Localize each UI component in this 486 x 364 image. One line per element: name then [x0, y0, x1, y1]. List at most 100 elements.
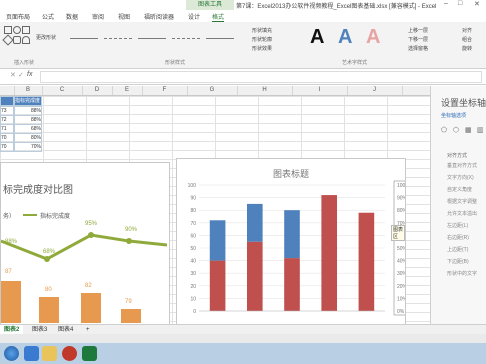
textbox-shape-icon[interactable] — [22, 26, 30, 34]
pane-title: 设置坐标轴 — [441, 98, 486, 108]
selection-pane-button[interactable]: 选择窗格 — [408, 45, 428, 52]
col-header-i[interactable]: I — [292, 86, 348, 95]
rectangle-shape-icon[interactable] — [4, 26, 12, 34]
wordart-style-blue[interactable]: A — [338, 26, 352, 49]
tab-data[interactable]: 数据 — [66, 12, 78, 21]
pane-item[interactable]: 左边距(L) — [447, 222, 468, 229]
style-sample-3[interactable] — [138, 38, 166, 39]
col-header-b[interactable]: B — [14, 86, 43, 95]
completion-series-line — [1, 233, 167, 261]
column-bar — [284, 210, 300, 259]
col-header-j[interactable]: J — [347, 86, 403, 95]
chart-area-tooltip: 图表区 — [391, 225, 405, 241]
oval-shape-icon[interactable] — [13, 26, 21, 34]
media-player-icon[interactable] — [62, 346, 77, 361]
bar — [1, 281, 21, 323]
diamond-shape-icon[interactable] — [2, 34, 14, 46]
col-header-c[interactable]: C — [42, 86, 83, 95]
size-properties-icon[interactable]: ▦ — [465, 126, 472, 134]
pane-subtitle[interactable]: 坐标轴选项 — [441, 112, 466, 119]
tab-view[interactable]: 视图 — [118, 12, 130, 21]
change-shape-button[interactable]: 更改形状 — [36, 34, 56, 41]
pane-item[interactable]: 下边距(B) — [447, 258, 469, 265]
style-sample-5[interactable] — [206, 38, 234, 39]
align-button[interactable]: 对齐 — [462, 27, 472, 34]
table-header-label[interactable]: 指标完成度 — [14, 96, 42, 106]
pane-item[interactable]: 上边距(T) — [447, 246, 468, 253]
maximize-button[interactable]: □ — [458, 0, 462, 7]
taskbar — [0, 343, 486, 364]
column-bar — [321, 195, 338, 311]
rounded-rect-shape-icon[interactable] — [13, 36, 21, 44]
shape-outline-button[interactable]: 形状轮廓 — [252, 36, 272, 43]
insert-function-button[interactable]: fx — [27, 71, 32, 78]
shape-fill-button[interactable]: 形状填充 — [252, 27, 272, 34]
format-axis-pane: 设置坐标轴 坐标轴选项 ⬠ ⬡ ▦ ▥ 对齐方式 垂直对齐方式 文字方向(X) … — [430, 86, 486, 324]
tab-review[interactable]: 审阅 — [92, 12, 104, 21]
minimize-button[interactable]: – — [444, 0, 448, 7]
y-tick-label: 80 — [190, 208, 196, 214]
context-tab-label: 图表工具 — [197, 2, 222, 8]
pane-item[interactable]: 文字方向(X) — [447, 174, 474, 181]
col-header-a[interactable] — [0, 86, 15, 95]
enter-icon[interactable]: ✓ — [18, 71, 24, 79]
fill-line-icon[interactable]: ⬠ — [441, 126, 447, 134]
pane-item[interactable]: 形状中的文字 — [447, 270, 477, 277]
style-sample-2[interactable] — [104, 38, 132, 39]
table-cell[interactable]: 70 — [0, 142, 14, 152]
col-header-d[interactable]: D — [82, 86, 113, 95]
column-bar — [358, 212, 375, 311]
y2-tick-label: 0% — [397, 309, 405, 315]
y2-tick-label: 10% — [397, 296, 405, 302]
legend-line-marker — [23, 214, 37, 216]
ie-icon[interactable] — [24, 346, 39, 361]
group-button[interactable]: 组合 — [462, 36, 472, 43]
tab-format[interactable]: 格式 — [212, 12, 225, 22]
wordart-style-pink[interactable]: A — [366, 26, 380, 49]
pane-item[interactable]: 垂直对齐方式 — [447, 162, 477, 169]
col-header-e[interactable]: E — [112, 86, 143, 95]
rotate-button[interactable]: 旋转 — [462, 45, 472, 52]
start-button-icon[interactable] — [4, 346, 19, 361]
effects-icon[interactable]: ⬡ — [453, 126, 459, 134]
tab-page-layout[interactable]: 页面布局 — [6, 12, 30, 21]
pane-item[interactable]: 对齐方式 — [447, 152, 467, 159]
tab-foxit[interactable]: 福昕阅读器 — [144, 12, 174, 21]
col-header-g[interactable]: G — [187, 86, 238, 95]
axis-options-icon[interactable]: ▥ — [477, 126, 484, 134]
bring-forward-button[interactable]: 上移一层 — [408, 27, 428, 34]
send-backward-button[interactable]: 下移一层 — [408, 36, 428, 43]
shape-effects-button[interactable]: 形状效果 — [252, 45, 272, 52]
bar — [39, 297, 59, 323]
chart-tools-context: 图表工具 — [186, 0, 234, 10]
tab-design[interactable]: 设计 — [188, 12, 200, 21]
group-shape-styles-label: 形状样式 — [165, 60, 186, 66]
excel-icon[interactable] — [82, 346, 97, 361]
wordart-style-black[interactable]: A — [310, 26, 324, 49]
col-header-f[interactable]: F — [142, 86, 188, 95]
y-tick-label: 0 — [193, 309, 196, 315]
stacked-column-chart[interactable]: 图表标题 01020304050607080901000%10%20%30%40… — [176, 158, 406, 326]
left-combo-chart[interactable]: 标完成度对比图 务） 指标完成度 88% 68% 95% 90% 87 80 8… — [0, 162, 170, 326]
style-sample-1[interactable] — [70, 38, 98, 39]
pane-item[interactable]: 右边距(R) — [447, 234, 469, 241]
style-sample-4[interactable] — [172, 38, 200, 39]
col-header-h[interactable]: H — [237, 86, 293, 95]
line-label: 95% — [85, 221, 98, 227]
pane-item[interactable]: 允许文本溢出 — [447, 210, 477, 217]
bar-label: 82 — [85, 283, 92, 289]
y2-tick-label: 20% — [397, 284, 405, 290]
y-tick-label: 40 — [190, 259, 196, 265]
table-cell[interactable]: 70% — [14, 142, 42, 152]
arc-shape-icon[interactable] — [22, 36, 30, 44]
cancel-icon[interactable]: ✕ — [10, 71, 16, 79]
close-button[interactable]: ✕ — [474, 0, 480, 8]
formula-input[interactable] — [40, 71, 482, 83]
pane-item[interactable]: 根据文字调整 — [447, 198, 477, 205]
table-header-cell[interactable] — [0, 96, 14, 106]
folder-icon[interactable] — [42, 346, 57, 361]
window-title: 第7课：Excel2013办公软件视频教程_Excel图表基础.xlsx [兼容… — [236, 4, 437, 10]
bar-label: 87 — [5, 269, 12, 275]
tab-formulas[interactable]: 公式 — [42, 12, 54, 21]
pane-item[interactable]: 自定义角度 — [447, 186, 472, 193]
